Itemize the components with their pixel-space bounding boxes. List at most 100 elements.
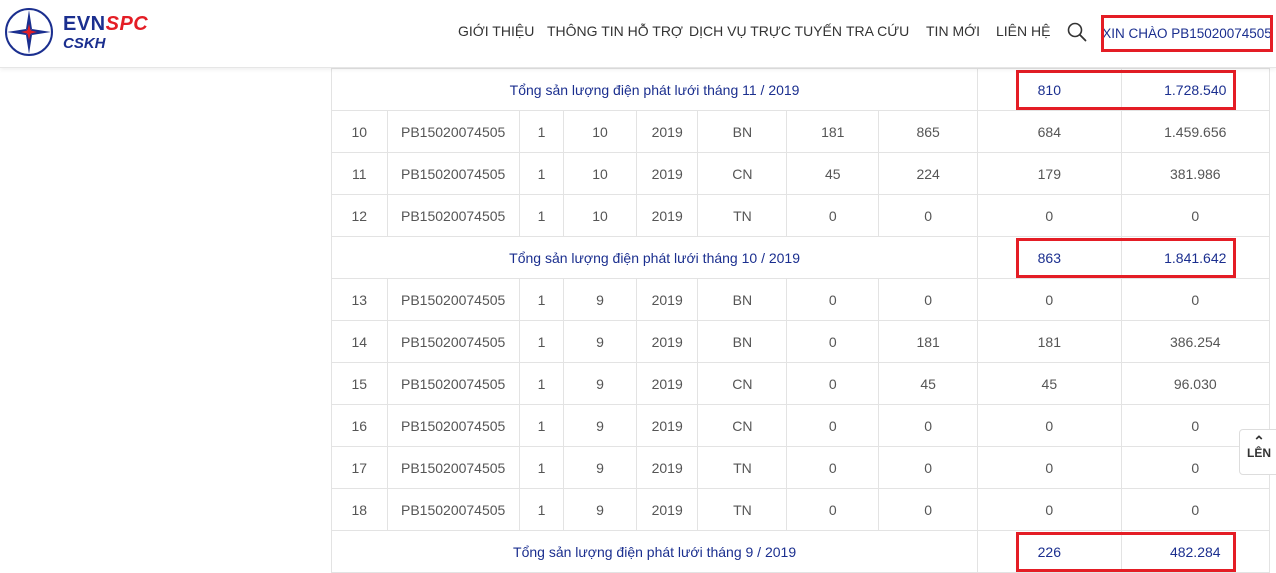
cell-price-type: CN [697,152,788,195]
cell-old-index: 0 [786,320,880,363]
cell-customer-code: PB15020074505 [386,446,520,489]
table-row: 10 PB15020074505 1 10 2019 BN 181 865 684 1.459.6… [331,110,1271,153]
nav-tin-moi[interactable]: TIN MỚI [926,23,980,39]
cell-new-index: 45 [878,362,979,405]
cell-new-index: 0 [878,194,979,237]
cell-stt: 14 [331,320,388,363]
cell-new-index: 181 [878,320,979,363]
cell-new-index: 0 [878,488,979,531]
cell-kwh: 0 [977,278,1122,321]
cell-stt: 16 [331,404,388,447]
cell-price-type: TN [697,194,788,237]
cell-kwh: 684 [977,110,1122,153]
cell-year: 2019 [635,278,699,321]
cell-month: 9 [563,362,637,405]
table-row: 12 PB15020074505 1 10 2019 TN 0 0 0 0 [331,194,1271,237]
cell-month: 9 [563,488,637,531]
table-row: 13 PB15020074505 1 9 2019 BN 0 0 0 0 [331,278,1271,321]
cell-customer-code: PB15020074505 [386,404,520,447]
cell-old-index: 0 [786,446,880,489]
cell-new-index: 0 [878,278,979,321]
table-row: 11 PB15020074505 1 10 2019 CN 45 224 179 381.986 [331,152,1271,195]
cell-kwh: 0 [977,488,1122,531]
cell-customer-code: PB15020074505 [386,278,520,321]
nav-dich-vu-truc-tuyen[interactable]: DỊCH VỤ TRỰC TUYẾN [689,23,842,39]
nav-lien-he[interactable]: LIÊN HỆ [996,23,1050,39]
cell-old-index: 45 [786,152,880,195]
cell-seq: 1 [518,488,565,531]
cell-customer-code: PB15020074505 [386,488,520,531]
cell-price-type: TN [697,488,788,531]
table-row: 14 PB15020074505 1 9 2019 BN 0 181 181 386.254 [331,320,1271,363]
cell-seq: 1 [518,110,565,153]
cell-seq: 1 [518,278,565,321]
summary-total-money: 482.284 [1120,530,1271,573]
logo[interactable]: EVNSPC CSKH [3,6,148,58]
back-to-top-button[interactable]: ⌃ LÊN [1239,429,1276,475]
cell-old-index: 0 [786,278,880,321]
cell-month: 10 [563,152,637,195]
chevron-up-icon: ⌃ [1253,433,1265,449]
summary-row: Tổng sản lượng điện phát lưới tháng 9 / … [330,530,1271,573]
user-greeting-button[interactable]: XIN CHÀO PB15020074505 [1101,15,1273,52]
cell-amount: 0 [1120,278,1271,321]
cell-year: 2019 [635,488,699,531]
cell-kwh: 0 [977,404,1122,447]
evn-logo-icon [5,8,53,56]
cell-stt: 18 [331,488,388,531]
summary-label: Tổng sản lượng điện phát lưới tháng 11 /… [330,68,979,111]
cell-stt: 15 [331,362,388,405]
table-body: Tổng sản lượng điện phát lưới tháng 11 /… [330,68,1271,573]
logo-evn-text: EVN [63,12,106,35]
cell-price-type: BN [697,278,788,321]
cell-month: 10 [563,110,637,153]
cell-stt: 17 [331,446,388,489]
cell-seq: 1 [518,320,565,363]
cell-customer-code: PB15020074505 [386,110,520,153]
nav-gioi-thieu[interactable]: GIỚI THIỆU [458,23,534,39]
summary-total-kwh: 863 [977,236,1122,279]
cell-old-index: 0 [786,362,880,405]
cell-seq: 1 [518,362,565,405]
cell-seq: 1 [518,152,565,195]
summary-total-kwh: 226 [977,530,1122,573]
cell-customer-code: PB15020074505 [386,362,520,405]
cell-year: 2019 [635,404,699,447]
table-row: 15 PB15020074505 1 9 2019 CN 0 45 45 96.030 [331,362,1271,405]
cell-year: 2019 [635,194,699,237]
table-row: 16 PB15020074505 1 9 2019 CN 0 0 0 0 [331,404,1271,447]
cell-month: 10 [563,194,637,237]
cell-year: 2019 [635,320,699,363]
table-row: 18 PB15020074505 1 9 2019 TN 0 0 0 0 [331,488,1271,531]
summary-label: Tổng sản lượng điện phát lưới tháng 10 /… [330,236,979,279]
summary-total-money: 1.841.642 [1120,236,1271,279]
cell-seq: 1 [518,194,565,237]
cell-price-type: TN [697,446,788,489]
cell-new-index: 0 [878,404,979,447]
cell-stt: 10 [331,110,388,153]
cell-new-index: 224 [878,152,979,195]
cell-old-index: 181 [786,110,880,153]
cell-kwh: 45 [977,362,1122,405]
cell-old-index: 0 [786,488,880,531]
cell-year: 2019 [635,110,699,153]
cell-kwh: 179 [977,152,1122,195]
cell-amount: 381.986 [1120,152,1271,195]
cell-amount: 96.030 [1120,362,1271,405]
table-row: 17 PB15020074505 1 9 2019 TN 0 0 0 0 [331,446,1271,489]
cell-new-index: 865 [878,110,979,153]
cell-price-type: CN [697,404,788,447]
summary-row: Tổng sản lượng điện phát lưới tháng 11 /… [330,68,1271,111]
cell-amount: 386.254 [1120,320,1271,363]
cell-kwh: 0 [977,194,1122,237]
cell-kwh: 0 [977,446,1122,489]
cell-month: 9 [563,446,637,489]
cell-month: 9 [563,320,637,363]
cell-seq: 1 [518,404,565,447]
nav-tra-cuu[interactable]: TRA CỨU [846,23,909,39]
cell-year: 2019 [635,446,699,489]
search-icon[interactable] [1067,22,1087,42]
nav-thong-tin-ho-tro[interactable]: THÔNG TIN HỖ TRỢ [547,23,683,39]
cell-year: 2019 [635,362,699,405]
cell-customer-code: PB15020074505 [386,194,520,237]
